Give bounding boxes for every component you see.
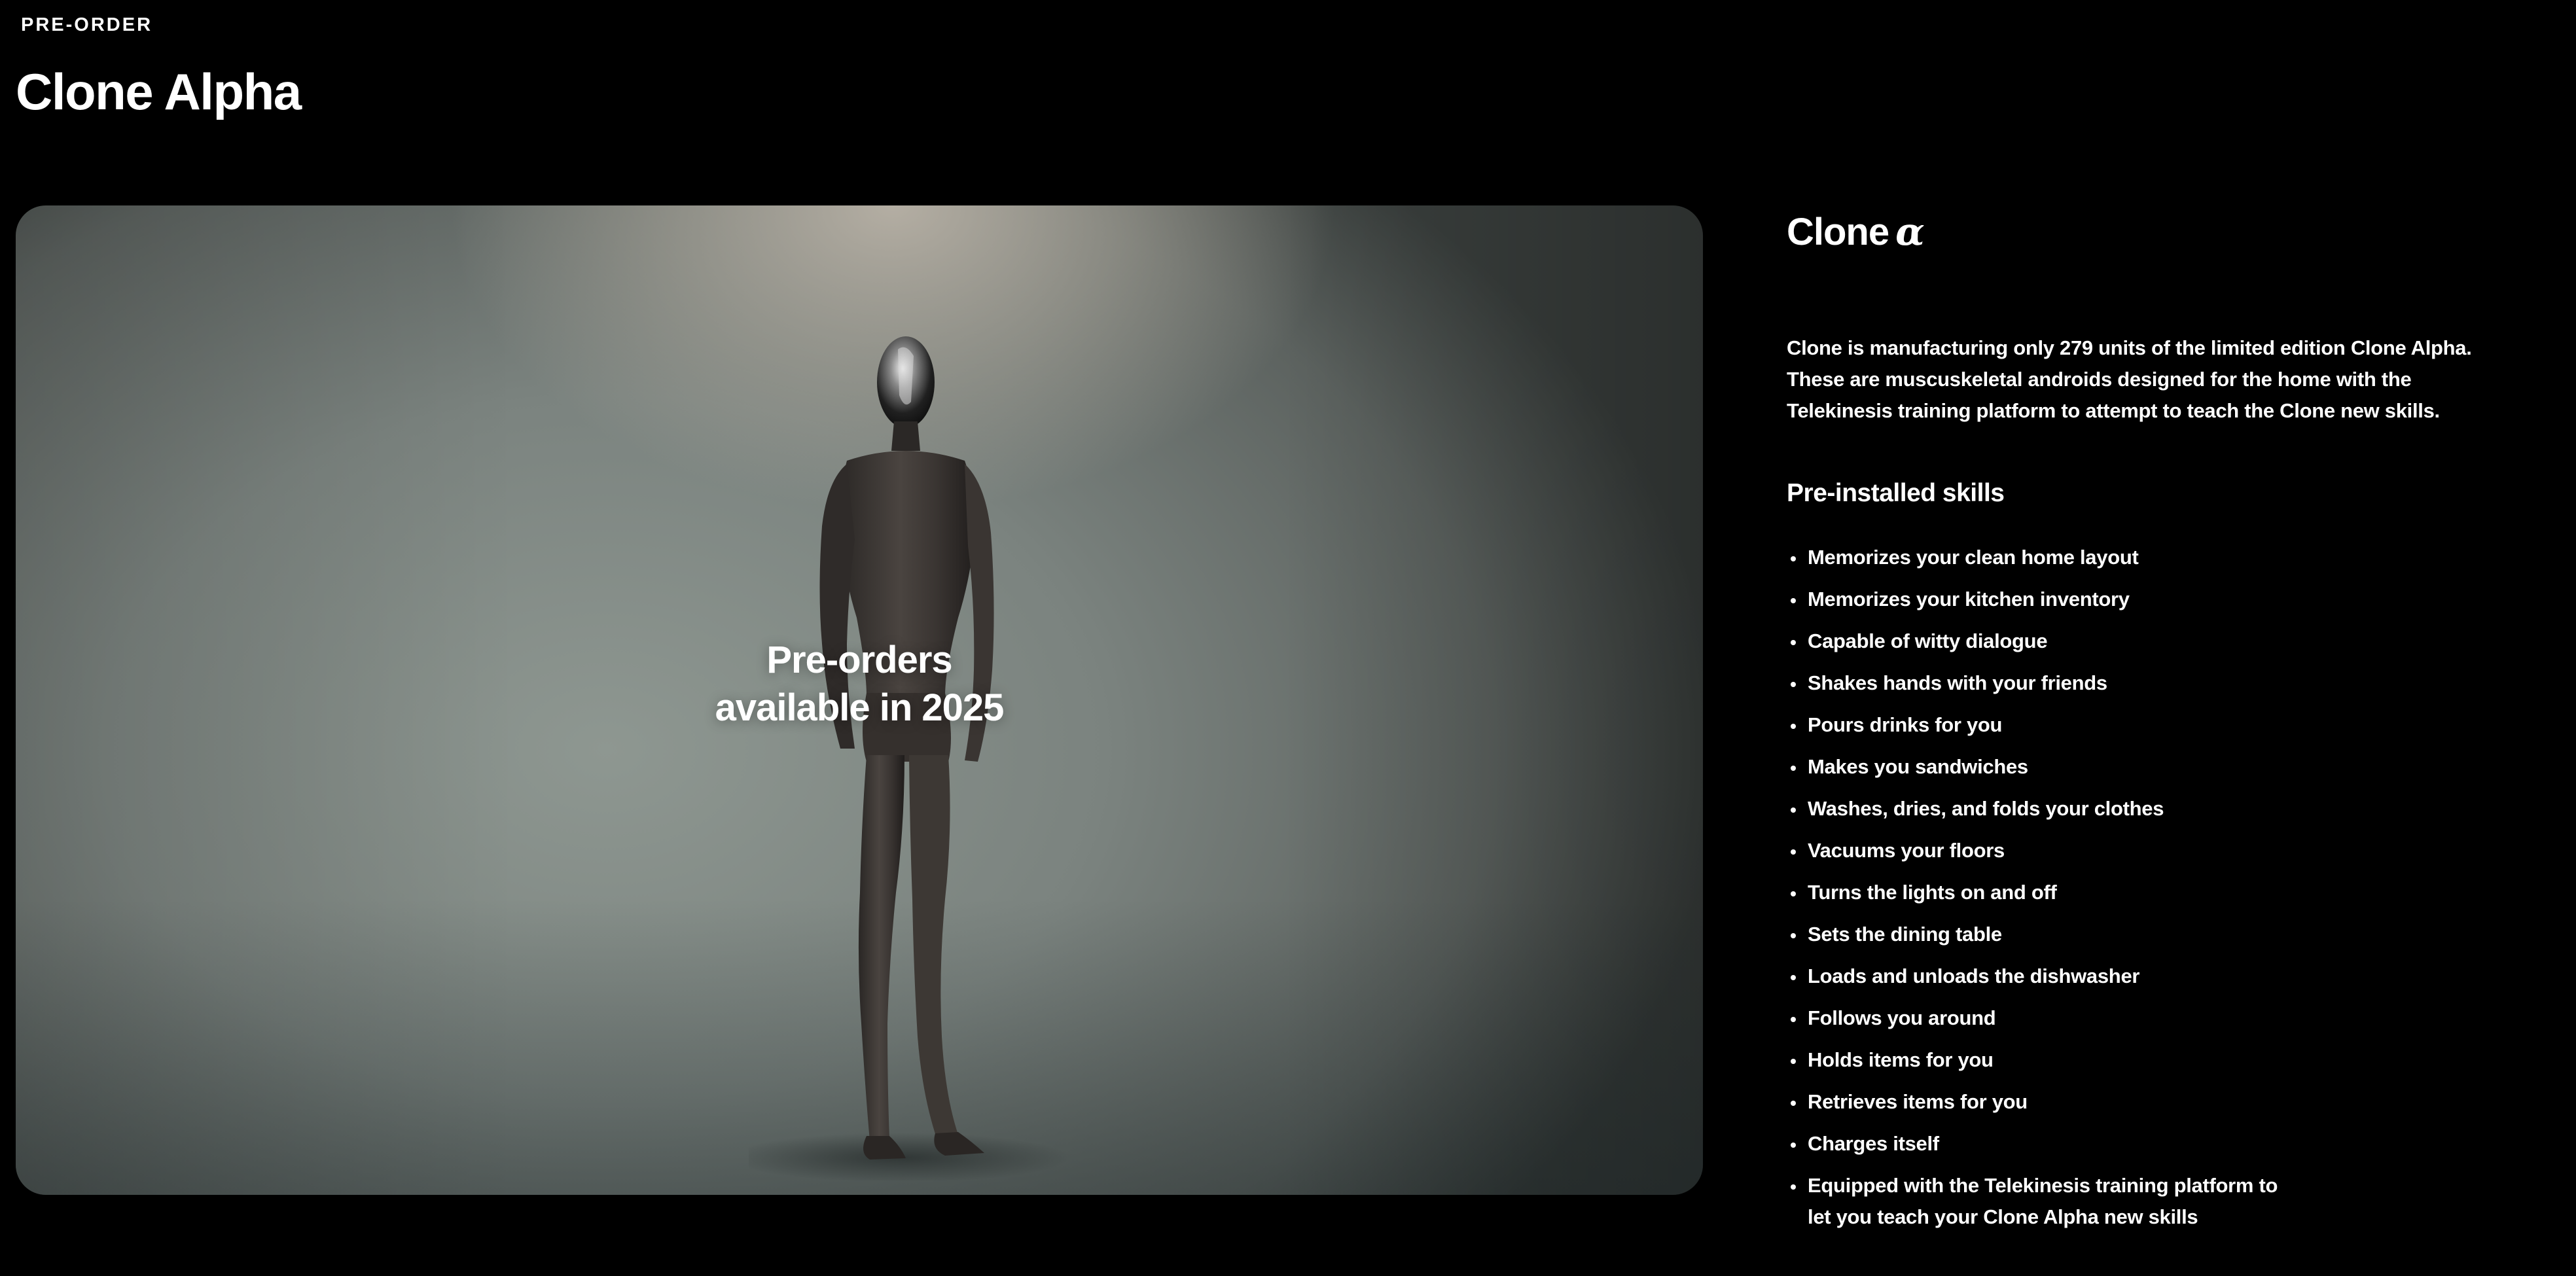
list-item: Retrieves items for you xyxy=(1787,1086,2292,1118)
brand-name: Clone xyxy=(1787,211,1889,253)
product-description: Clone is manufacturing only 279 units of… xyxy=(1787,336,2472,422)
list-item: Shakes hands with your friends xyxy=(1787,667,2292,699)
list-item: Memorizes your clean home layout xyxy=(1787,542,2292,573)
list-item: Turns the lights on and off xyxy=(1787,877,2292,908)
floor-shadow xyxy=(749,1133,1069,1180)
list-item: Charges itself xyxy=(1787,1128,2292,1160)
brand-logo: Clone α xyxy=(1787,209,2520,254)
eyebrow-label: PRE-ORDER xyxy=(21,14,153,35)
list-item: Sets the dining table xyxy=(1787,919,2292,950)
alpha-symbol-icon: α xyxy=(1895,209,1925,254)
skills-list: Memorizes your clean home layout Memoriz… xyxy=(1787,542,2520,1233)
hero-media[interactable]: Pre-orders available in 2025 xyxy=(16,205,1703,1195)
list-item: Holds items for you xyxy=(1787,1044,2292,1076)
preorder-overlay-text: Pre-orders available in 2025 xyxy=(16,636,1703,732)
list-item: Washes, dries, and folds your clothes xyxy=(1787,793,2292,824)
overlay-line-2: available in 2025 xyxy=(715,686,1005,729)
list-item: Vacuums your floors xyxy=(1787,835,2292,866)
overlay-line-1: Pre-orders xyxy=(766,639,952,681)
page-title: Clone Alpha xyxy=(16,63,302,120)
android-figure-image xyxy=(749,336,1069,1180)
product-info-panel: Clone α Clone is manufacturing only 279 … xyxy=(1787,203,2520,1243)
list-item: Pours drinks for you xyxy=(1787,709,2292,741)
skills-heading: Pre-installed skills xyxy=(1787,479,2005,507)
list-item: Capable of witty dialogue xyxy=(1787,626,2292,657)
list-item: Loads and unloads the dishwasher xyxy=(1787,961,2292,992)
android-leg-left xyxy=(858,755,904,1141)
list-item: Follows you around xyxy=(1787,1002,2292,1034)
list-item: Makes you sandwiches xyxy=(1787,751,2292,783)
android-leg-right xyxy=(909,755,958,1140)
list-item: Memorizes your kitchen inventory xyxy=(1787,584,2292,615)
list-item: Equipped with the Telekinesis training p… xyxy=(1787,1170,2292,1233)
